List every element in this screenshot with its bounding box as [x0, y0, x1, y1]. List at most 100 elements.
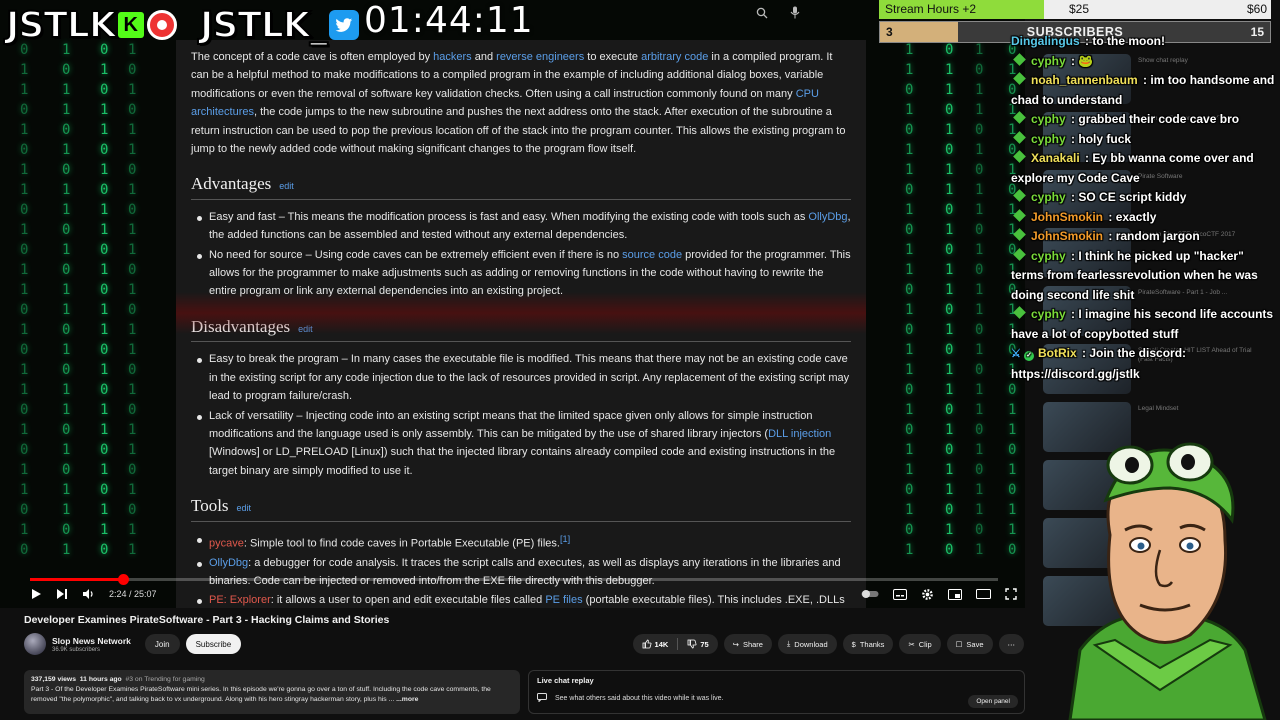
article-link[interactable]: [1] [560, 534, 570, 544]
record-icon [146, 10, 177, 40]
chat-username[interactable]: cyphy [1031, 307, 1066, 321]
open-panel-button[interactable]: Open panel [968, 695, 1018, 708]
tools-title: Tools [191, 496, 229, 516]
chat-username[interactable]: cyphy [1031, 112, 1066, 126]
article-text: to execute [584, 51, 642, 63]
video-actions: 14K 75 ↪ Share ⤓ Download $ Thanks ✂ Clip ☐ S… [632, 634, 1024, 654]
scissors-icon: ✂ [908, 639, 915, 649]
download-button[interactable]: ⤓ Download [777, 634, 837, 654]
article-text: Easy to break the program – In many case… [209, 353, 850, 403]
chat-text: holy fuck [1078, 131, 1132, 146]
chat-username[interactable]: noah_tannenbaum [1031, 73, 1138, 87]
channel-name[interactable]: Slop News Network [52, 636, 131, 646]
chat-separator: : [1139, 73, 1151, 87]
play-icon[interactable] [30, 585, 42, 603]
chat-username[interactable]: Xanakali [1031, 151, 1080, 165]
chat-text: exactly [1115, 209, 1157, 224]
share-label: Share [742, 639, 763, 649]
article-text: Easy and fast – This means the modificat… [209, 210, 809, 223]
article-link[interactable]: DLL injection [768, 428, 831, 440]
thanks-label: Thanks [859, 639, 885, 649]
subscribe-button[interactable]: Subscribe [185, 634, 242, 654]
recommended-title: Legal Mindset [1138, 405, 1179, 412]
miniplayer-icon[interactable] [948, 585, 962, 603]
article-link[interactable]: reverse engineers [496, 51, 584, 63]
thanks-button[interactable]: $ Thanks [842, 634, 894, 654]
stream-hours-goal: Stream Hours +2 $25 $60 [879, 0, 1271, 19]
trending-rank[interactable]: #3 on Trending for gaming [125, 676, 204, 683]
wikipedia-article: The concept of a code cave is often empl… [176, 40, 866, 608]
article-text: and [471, 51, 497, 63]
chat-text: to the moon! [1092, 34, 1165, 48]
subtitles-icon[interactable] [893, 585, 907, 603]
like-dislike-group: 14K 75 [632, 634, 718, 654]
stream-screen: 0 1 1 0 1 0 1 1 0 1 0 1 1 0 1 0 1 1 0 1 … [0, 0, 1280, 720]
theater-mode-icon[interactable] [976, 585, 991, 603]
gem-badge-icon [1013, 189, 1026, 202]
chat-message: JohnSmokin : exactly [1011, 208, 1277, 228]
chat-separator: : [1067, 307, 1079, 321]
clip-button[interactable]: ✂ Clip [899, 634, 941, 654]
article-link[interactable]: OllyDbg [209, 557, 248, 569]
article-text: , the code jumps to the new subroutine a… [191, 106, 846, 156]
article-red-link[interactable]: pycave [209, 537, 244, 549]
progress-played [30, 578, 123, 581]
advantages-title: Advantages [191, 174, 272, 194]
live-chat-replay-text: See what others said about this video wh… [555, 695, 724, 702]
search-icon[interactable] [756, 7, 768, 22]
live-chat-replay-title: Live chat replay [537, 676, 594, 685]
chat-separator: : [1081, 151, 1093, 165]
microphone-icon[interactable] [790, 6, 800, 22]
progress-bar[interactable] [30, 574, 998, 585]
matrix-column: 0 1 0 1 1 0 1 0 1 1 0 1 0 1 1 0 1 0 1 1 … [100, 42, 109, 558]
volume-icon[interactable] [82, 585, 95, 603]
player-right-controls [861, 584, 1017, 604]
gem-badge-icon [1013, 52, 1026, 66]
disadvantages-edit-link[interactable]: edit [298, 324, 313, 334]
advantages-edit-link[interactable]: edit [279, 181, 294, 191]
autoplay-toggle-icon[interactable] [861, 585, 879, 603]
article-list-item: pycave: Simple tool to find code caves i… [197, 530, 851, 553]
gem-badge-icon [1013, 130, 1026, 144]
fullscreen-icon[interactable] [1005, 585, 1017, 603]
description-more-link[interactable]: ...more [396, 696, 418, 703]
channel-avatar[interactable] [24, 633, 46, 655]
chat-username[interactable]: cyphy [1031, 132, 1066, 146]
article-link[interactable]: OllyDbg [808, 211, 847, 223]
share-icon: ↪ [732, 639, 739, 649]
chat-text: random jargon [1115, 229, 1200, 243]
tools-edit-link[interactable]: edit [237, 503, 252, 513]
chat-username[interactable]: JohnSmokin [1031, 229, 1103, 243]
chat-username[interactable]: cyphy [1031, 54, 1066, 68]
more-actions-button[interactable]: ⋯ [998, 634, 1024, 654]
live-chat-replay-card: Live chat replay See what others said ab… [528, 670, 1025, 714]
share-button[interactable]: ↪ Share [723, 634, 772, 654]
description-text: Part 3 - Of the Developer Examines Pirat… [31, 685, 513, 705]
gem-badge-icon [1013, 72, 1026, 85]
dislike-button[interactable]: 75 [678, 639, 717, 649]
view-count: 337,159 views [31, 676, 76, 683]
chat-message: Dingalingus : to the moon! [1011, 32, 1277, 52]
save-button[interactable]: ☐ Save [946, 634, 993, 654]
article-link[interactable]: hackers [433, 51, 472, 63]
stream-hours-milestone-2: $60 [1246, 2, 1267, 16]
video-player[interactable]: 0 1 1 0 1 0 1 1 0 1 0 1 1 0 1 0 1 1 0 1 … [0, 0, 1025, 608]
time-display: 2:24 / 25:07 [109, 589, 157, 599]
article-link[interactable]: source code [622, 249, 682, 261]
download-icon: ⤓ [786, 639, 791, 648]
description-meta: 337,159 views 11 hours ago #3 on Trendin… [31, 675, 513, 685]
like-button[interactable]: 14K [633, 639, 678, 649]
chat-message: cyphy : 🐸 [1011, 52, 1277, 72]
chat-separator: : [1067, 53, 1079, 68]
settings-gear-icon[interactable] [921, 585, 934, 603]
chat-username[interactable]: JohnSmokin [1031, 210, 1103, 224]
chat-username[interactable]: BotRix [1038, 346, 1077, 360]
next-icon[interactable] [56, 585, 68, 603]
disadvantages-list: Easy to break the program – In many case… [197, 350, 851, 480]
chat-username[interactable]: cyphy [1031, 190, 1066, 204]
video-description[interactable]: 337,159 views 11 hours ago #3 on Trendin… [24, 670, 520, 714]
join-button[interactable]: Join [144, 634, 180, 654]
chat-username[interactable]: Dingalingus [1011, 34, 1080, 48]
article-link[interactable]: arbitrary code [641, 51, 708, 63]
chat-username[interactable]: cyphy [1031, 249, 1066, 263]
